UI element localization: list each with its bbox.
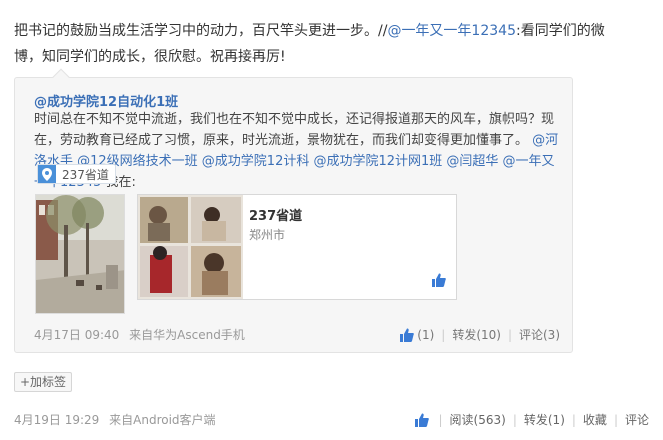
divider: |	[571, 412, 576, 427]
place-photo-collage	[138, 195, 243, 299]
divider: |	[613, 412, 618, 427]
mention-link[interactable]: @一年又一年12345	[387, 23, 516, 39]
place-name[interactable]: 237省道	[249, 205, 302, 224]
quoted-like-count[interactable]: (1)	[417, 328, 434, 342]
post-meta: 4月19日 19:29 来自Android客户端	[14, 411, 216, 428]
repost-button[interactable]: 转发(1)	[524, 411, 565, 428]
divider: |	[438, 412, 443, 427]
post-source[interactable]: 来自Android客户端	[109, 413, 215, 427]
post-photo-thumbnail[interactable]	[35, 194, 125, 314]
quoted-time[interactable]: 4月17日 09:40	[34, 328, 119, 342]
location-tag[interactable]: 237省道	[37, 164, 116, 184]
quoted-comment-button[interactable]: 评论(3)	[519, 326, 560, 343]
quoted-meta: 4月17日 09:40 来自华为Ascend手机	[34, 326, 245, 343]
location-pin-icon	[38, 165, 56, 183]
quoted-text-part-1: 时间总在不知不觉中流逝，我们也在不知不觉中成长，还记得报道那天的风车，旗帜吗？现…	[34, 112, 555, 148]
divider: |	[507, 327, 512, 342]
post-actions: | 阅读(563) | 转发(1) | 收藏 | 评论	[414, 411, 649, 428]
like-icon[interactable]	[400, 328, 415, 342]
read-count[interactable]: 阅读(563)	[450, 411, 506, 428]
quoted-actions: (1) | 转发(10) | 评论(3)	[400, 326, 560, 343]
post-time[interactable]: 4月19日 19:29	[14, 413, 99, 427]
post-text-part-1: 把书记的鼓励当成生活学习中的动力，百尺竿头更进一步。//	[14, 23, 388, 39]
like-icon[interactable]	[414, 413, 429, 427]
add-tag-button[interactable]: +加标签	[14, 372, 73, 392]
comment-button[interactable]: 评论	[625, 411, 649, 428]
quoted-author-link[interactable]: @成功学院12自动化1班	[34, 91, 178, 110]
quoted-repost-button[interactable]: 转发(10)	[452, 326, 501, 343]
quoted-source[interactable]: 来自华为Ascend手机	[129, 328, 245, 342]
like-icon[interactable]	[432, 272, 446, 291]
quoted-post: @成功学院12自动化1班 时间总在不知不觉中流逝，我们也在不知不觉中成长，还记得…	[14, 68, 573, 353]
divider: |	[512, 412, 517, 427]
place-card[interactable]: 237省道 郑州市	[137, 194, 457, 300]
location-tag-label: 237省道	[62, 167, 109, 182]
post-text: 把书记的鼓励当成生活学习中的动力，百尺竿头更进一步。//@一年又一年12345:…	[14, 18, 614, 70]
divider: |	[441, 327, 446, 342]
quote-arrow	[52, 68, 70, 86]
place-city: 郑州市	[249, 228, 286, 242]
favorite-button[interactable]: 收藏	[583, 411, 607, 428]
